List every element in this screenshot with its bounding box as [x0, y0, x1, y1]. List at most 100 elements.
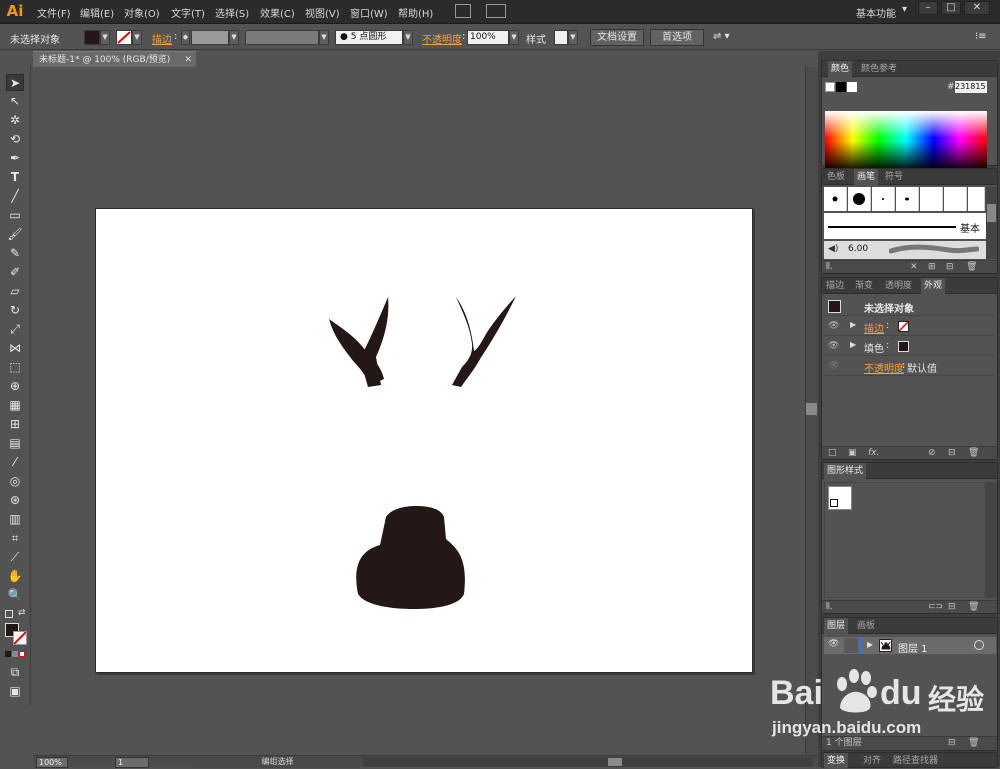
color-spectrum[interactable]	[825, 111, 987, 171]
tab-color[interactable]: 颜色	[828, 61, 853, 77]
brush-scrollbar[interactable]	[986, 187, 997, 259]
arrange-documents-icon[interactable]	[486, 4, 506, 18]
document-tab[interactable]: 未标题-1* @ 100% (RGB/预览) ✕	[33, 51, 196, 67]
eye-icon[interactable]: 👁	[828, 361, 840, 371]
delete-icon[interactable]: 🗑	[966, 261, 977, 273]
target-icon[interactable]	[974, 640, 984, 650]
default-style-thumbnail[interactable]	[828, 486, 852, 510]
brush-dot-tiny[interactable]	[872, 187, 895, 211]
white-color-icon[interactable]	[847, 82, 857, 92]
opacity-label[interactable]: 不透明度	[864, 360, 904, 375]
new-brush-icon[interactable]: ⊟	[946, 261, 954, 273]
pencil-tool-icon[interactable]: ✎	[6, 245, 24, 262]
chevron-down-icon[interactable]: ▼	[229, 30, 239, 45]
menu-select[interactable]: 选择(S)	[215, 5, 249, 20]
stroke-label[interactable]: 描边	[864, 320, 884, 335]
screen-mode-icon[interactable]: ▣	[6, 683, 24, 700]
swap-colors-icon[interactable]: ⇄	[18, 608, 26, 618]
stroke-weight-input[interactable]	[191, 30, 229, 45]
eraser-tool-icon[interactable]: ▱	[6, 283, 24, 300]
line-tool-icon[interactable]: ╱	[6, 188, 24, 205]
stepper-icon[interactable]: ◆	[181, 30, 190, 45]
zoom-level[interactable]: 100%	[36, 757, 68, 768]
type-tool-icon[interactable]: T	[6, 169, 24, 186]
blend-tool-icon[interactable]: ◎	[6, 473, 24, 490]
break-link-icon[interactable]: ⊂⊃	[928, 601, 943, 613]
layer-name[interactable]: 图层 1	[898, 640, 928, 655]
brush-scroll-thumb[interactable]	[987, 204, 996, 222]
column-graph-tool-icon[interactable]: ▥	[6, 511, 24, 528]
horizontal-scroll-thumb[interactable]	[608, 758, 622, 766]
black-color-icon[interactable]	[836, 82, 846, 92]
new-style-icon[interactable]: ⊟	[948, 601, 956, 613]
brush-dot-large[interactable]	[848, 187, 871, 211]
perspective-grid-tool-icon[interactable]: ▦	[6, 397, 24, 414]
chevron-down-icon[interactable]: ▼	[132, 30, 142, 45]
brush-light-3[interactable]	[968, 187, 985, 211]
bridge-icon[interactable]	[455, 4, 471, 18]
chevron-down-icon[interactable]: ▾	[902, 4, 907, 15]
fill-swatch[interactable]	[898, 341, 909, 352]
eye-icon[interactable]: 👁	[828, 341, 840, 351]
tab-transparency[interactable]: 透明度	[882, 278, 915, 294]
eye-icon[interactable]: 👁	[828, 639, 839, 649]
graphic-styles-scrollbar[interactable]	[986, 482, 997, 598]
library-menu-icon[interactable]: ⫴.	[826, 261, 833, 273]
isolate-icon[interactable]: ⇌ ▾	[713, 31, 730, 42]
stroke-swatch[interactable]	[116, 30, 132, 45]
symbol-sprayer-tool-icon[interactable]: ⊛	[6, 492, 24, 509]
tab-symbols[interactable]: 符号	[882, 169, 906, 185]
appearance-fill-row[interactable]: 👁 ▶ 填色 :	[824, 337, 994, 356]
lasso-tool-icon[interactable]: ⟲	[6, 131, 24, 148]
tab-color-guide[interactable]: 颜色参考	[858, 61, 900, 77]
brush-light-2[interactable]	[944, 187, 967, 211]
rotate-tool-icon[interactable]: ↻	[6, 302, 24, 319]
document-setup-button[interactable]: 文档设置	[590, 29, 644, 46]
shape-builder-tool-icon[interactable]: ⊕	[6, 378, 24, 395]
pen-tool-icon[interactable]: ✒	[6, 150, 24, 167]
scale-tool-icon[interactable]: ⤢	[6, 321, 24, 338]
magic-wand-tool-icon[interactable]: ✲	[6, 112, 24, 129]
fx-icon[interactable]: fx.	[868, 447, 879, 459]
lock-toggle[interactable]	[844, 638, 858, 653]
style-swatch[interactable]	[554, 30, 568, 45]
mesh-tool-icon[interactable]: ⊞	[6, 416, 24, 433]
opacity-input[interactable]: 100%	[467, 30, 509, 45]
menu-view[interactable]: 视图(V)	[305, 5, 340, 20]
layer-row[interactable]: 👁 ▶ 图层 1	[824, 637, 996, 655]
delete-icon[interactable]: 🗑	[968, 601, 979, 613]
library-menu-icon[interactable]: ⫴.	[826, 601, 833, 613]
delete-icon[interactable]: 🗑	[968, 447, 979, 459]
draw-mode-icon[interactable]: ⧉	[6, 664, 24, 681]
blob-brush-tool-icon[interactable]: ✐	[6, 264, 24, 281]
artboard-number[interactable]: 1	[115, 757, 149, 768]
tab-artboards[interactable]: 画板	[854, 618, 878, 634]
menu-type[interactable]: 文字(T)	[171, 5, 205, 20]
slice-tool-icon[interactable]: ⟋	[6, 549, 24, 566]
menu-effect[interactable]: 效果(C)	[260, 5, 295, 20]
rectangle-tool-icon[interactable]: ▭	[6, 207, 24, 224]
options-icon[interactable]: ⊞	[928, 261, 936, 273]
hex-input[interactable]: 231815	[955, 81, 987, 93]
expand-icon[interactable]: ▶	[850, 320, 856, 329]
chevron-down-icon[interactable]: ▼	[509, 30, 519, 45]
gradient-tool-icon[interactable]: ▤	[6, 435, 24, 452]
direct-selection-tool-icon[interactable]: ↖	[6, 93, 24, 110]
workspace-switcher[interactable]: 基本功能	[856, 5, 896, 20]
stroke-label[interactable]: 描边	[152, 31, 172, 46]
expand-icon[interactable]: ▶	[867, 640, 873, 649]
maximize-button[interactable]: □	[941, 1, 961, 15]
close-button[interactable]: ✕	[964, 1, 990, 15]
tab-swatches[interactable]: 色板	[824, 169, 848, 185]
default-colors-icon[interactable]	[5, 610, 13, 618]
free-transform-tool-icon[interactable]: ⬚	[6, 359, 24, 376]
tab-stroke[interactable]: 描边	[823, 278, 847, 294]
menu-help[interactable]: 帮助(H)	[398, 5, 433, 20]
panel-menu-icon[interactable]: ⁝≡	[975, 31, 987, 42]
variable-width-profile[interactable]	[245, 30, 319, 45]
tab-graphic-styles[interactable]: 图形样式	[824, 463, 867, 479]
menu-object[interactable]: 对象(O)	[124, 5, 160, 20]
add-stroke-icon[interactable]: □	[828, 447, 837, 459]
remove-stroke-icon[interactable]: ✕	[910, 261, 918, 273]
eye-icon[interactable]: 👁	[828, 321, 840, 331]
